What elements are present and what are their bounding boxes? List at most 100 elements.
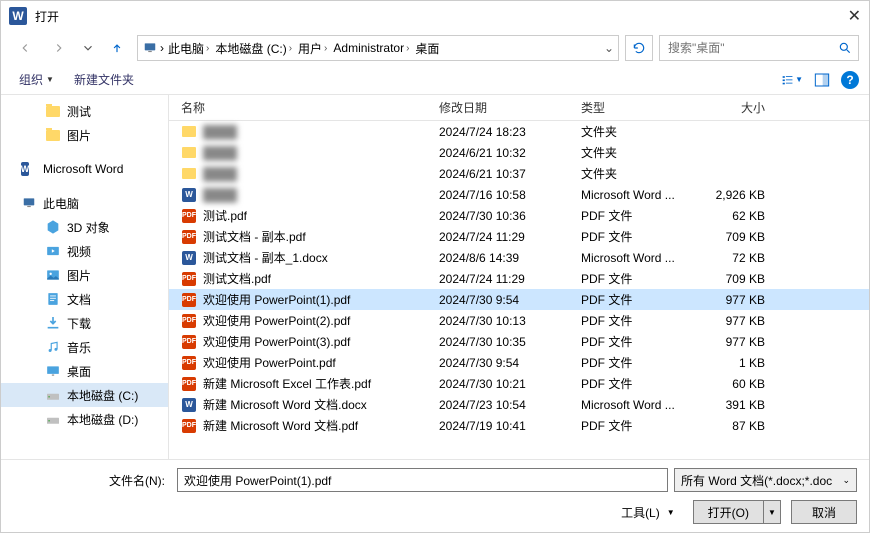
file-row[interactable]: PDF测试.pdf2024/7/30 10:36PDF 文件62 KB — [169, 205, 869, 226]
file-type: 文件夹 — [581, 165, 701, 182]
cancel-button[interactable]: 取消 — [791, 500, 857, 524]
file-type: PDF 文件 — [581, 228, 701, 245]
breadcrumb-item[interactable]: 桌面 — [413, 40, 441, 57]
breadcrumb-item[interactable]: Administrator› — [331, 41, 411, 55]
folder-icon — [182, 168, 196, 179]
file-type: 文件夹 — [581, 144, 701, 161]
nav-thispc-child[interactable]: 桌面 — [1, 359, 168, 383]
pdf-icon: PDF — [182, 272, 196, 286]
file-row[interactable]: PDF测试文档.pdf2024/7/24 11:29PDF 文件709 KB — [169, 268, 869, 289]
preview-pane-button[interactable] — [811, 70, 833, 90]
pictures-icon — [45, 268, 61, 282]
folder-icon — [182, 126, 196, 137]
nav-thispc-child[interactable]: 文档 — [1, 287, 168, 311]
help-button[interactable]: ? — [841, 71, 859, 89]
file-row[interactable]: PDF新建 Microsoft Excel 工作表.pdf2024/7/30 1… — [169, 373, 869, 394]
nav-word-item[interactable]: WMicrosoft Word — [1, 157, 168, 181]
file-row[interactable]: W测试文档 - 副本_1.docx2024/8/6 14:39Microsoft… — [169, 247, 869, 268]
nav-tree[interactable]: 测试 图片 WMicrosoft Word 此电脑 3D 对象 视频 图片 文档… — [1, 95, 169, 459]
file-size: 709 KB — [701, 272, 773, 286]
chevron-down-icon[interactable]: ⌄ — [604, 41, 614, 55]
filetype-filter[interactable]: 所有 Word 文档(*.docx;*.doc⌄ — [674, 468, 857, 492]
file-row[interactable]: PDF新建 Microsoft Word 文档.pdf2024/7/19 10:… — [169, 415, 869, 436]
nav-thispc-child[interactable]: 图片 — [1, 263, 168, 287]
new-folder-button[interactable]: 新建文件夹 — [66, 68, 142, 91]
breadcrumb[interactable]: › 此电脑› 本地磁盘 (C:)› 用户› Administrator› 桌面 … — [137, 35, 619, 61]
nav-up-button[interactable] — [103, 34, 131, 62]
file-date: 2024/7/16 10:58 — [439, 188, 581, 202]
file-type: PDF 文件 — [581, 291, 701, 308]
nav-thispc-child[interactable]: 音乐 — [1, 335, 168, 359]
file-row[interactable]: W████2024/7/16 10:58Microsoft Word ...2,… — [169, 184, 869, 205]
refresh-button[interactable] — [625, 35, 653, 61]
filename-input[interactable] — [177, 468, 668, 492]
file-type: PDF 文件 — [581, 207, 701, 224]
docx-icon: W — [182, 398, 196, 412]
breadcrumb-item[interactable]: 此电脑› — [166, 40, 211, 57]
file-row[interactable]: PDF欢迎使用 PowerPoint.pdf2024/7/30 9:54PDF … — [169, 352, 869, 373]
col-name[interactable]: 名称 — [181, 99, 439, 116]
filename-label: 文件名(N): — [13, 472, 171, 489]
file-name: 欢迎使用 PowerPoint(3).pdf — [203, 333, 350, 350]
column-headers[interactable]: 名称 修改日期 类型 大小 — [169, 95, 869, 121]
breadcrumb-item[interactable]: 本地磁盘 (C:)› — [213, 40, 294, 57]
file-name: ████ — [203, 125, 237, 139]
monitor-icon — [21, 196, 37, 210]
file-type: Microsoft Word ... — [581, 251, 701, 265]
file-name: 欢迎使用 PowerPoint(2).pdf — [203, 312, 350, 329]
nav-recent-button[interactable] — [79, 34, 97, 62]
nav-quick-item[interactable]: 测试 — [1, 99, 168, 123]
file-type: 文件夹 — [581, 123, 701, 140]
file-date: 2024/7/30 9:54 — [439, 293, 581, 307]
downloads-icon — [45, 315, 61, 331]
nav-thispc-child[interactable]: 3D 对象 — [1, 215, 168, 239]
file-row[interactable]: ████2024/6/21 10:32文件夹 — [169, 142, 869, 163]
file-row[interactable]: PDF欢迎使用 PowerPoint(2).pdf2024/7/30 10:13… — [169, 310, 869, 331]
file-row[interactable]: ████ 2024/7/24 18:23文件夹 — [169, 121, 869, 142]
file-row[interactable]: PDF欢迎使用 PowerPoint(1).pdf2024/7/30 9:54P… — [169, 289, 869, 310]
breadcrumb-item[interactable]: 用户› — [296, 40, 329, 57]
file-date: 2024/7/24 18:23 — [439, 125, 581, 139]
file-row[interactable]: PDF欢迎使用 PowerPoint(3).pdf2024/7/30 10:35… — [169, 331, 869, 352]
nav-thispc-child[interactable]: 下载 — [1, 311, 168, 335]
nav-drive-item[interactable]: 本地磁盘 (C:) — [1, 383, 168, 407]
col-size[interactable]: 大小 — [701, 99, 773, 116]
pdf-icon: PDF — [182, 209, 196, 223]
tools-button[interactable]: 工具(L)▼ — [613, 502, 683, 523]
col-date[interactable]: 修改日期 — [439, 99, 581, 116]
pdf-icon: PDF — [182, 377, 196, 391]
docx-icon: W — [182, 251, 196, 265]
pdf-icon: PDF — [182, 230, 196, 244]
search-input[interactable] — [659, 35, 859, 61]
drive-icon — [45, 389, 61, 401]
music-icon — [46, 339, 60, 355]
close-icon[interactable]: ✕ — [848, 6, 861, 26]
nav-thispc-child[interactable]: 视频 — [1, 239, 168, 263]
folder-icon — [46, 106, 60, 117]
address-bar: › 此电脑› 本地磁盘 (C:)› 用户› Administrator› 桌面 … — [1, 31, 869, 65]
file-row[interactable]: W新建 Microsoft Word 文档.docx2024/7/23 10:5… — [169, 394, 869, 415]
drive-icon — [45, 413, 61, 425]
file-size: 977 KB — [701, 314, 773, 328]
file-name: 欢迎使用 PowerPoint(1).pdf — [203, 291, 350, 308]
file-row[interactable]: PDF测试文档 - 副本.pdf2024/7/24 11:29PDF 文件709… — [169, 226, 869, 247]
3d-icon — [45, 219, 61, 235]
pdf-icon: PDF — [182, 335, 196, 349]
file-name: 测试文档 - 副本_1.docx — [203, 249, 328, 266]
video-icon — [45, 244, 61, 258]
file-type: PDF 文件 — [581, 333, 701, 350]
file-list[interactable]: 名称 修改日期 类型 大小 ████2024/7/24 18:23文件夹████… — [169, 95, 869, 459]
col-type[interactable]: 类型 — [581, 99, 701, 116]
open-dropdown[interactable]: ▼ — [764, 501, 780, 523]
file-date: 2024/7/24 11:29 — [439, 272, 581, 286]
nav-drive-item[interactable]: 本地磁盘 (D:) — [1, 407, 168, 431]
toolbar: 组织▼ 新建文件夹 ▼ ? — [1, 65, 869, 95]
file-row[interactable]: ████2024/6/21 10:37文件夹 — [169, 163, 869, 184]
organize-button[interactable]: 组织▼ — [11, 68, 62, 91]
nav-thispc[interactable]: 此电脑 — [1, 191, 168, 215]
nav-quick-item[interactable]: 图片 — [1, 123, 168, 147]
file-type: Microsoft Word ... — [581, 398, 701, 412]
pdf-icon: PDF — [182, 419, 196, 433]
view-details-button[interactable]: ▼ — [781, 70, 803, 90]
open-button[interactable]: 打开(O) ▼ — [693, 500, 781, 524]
